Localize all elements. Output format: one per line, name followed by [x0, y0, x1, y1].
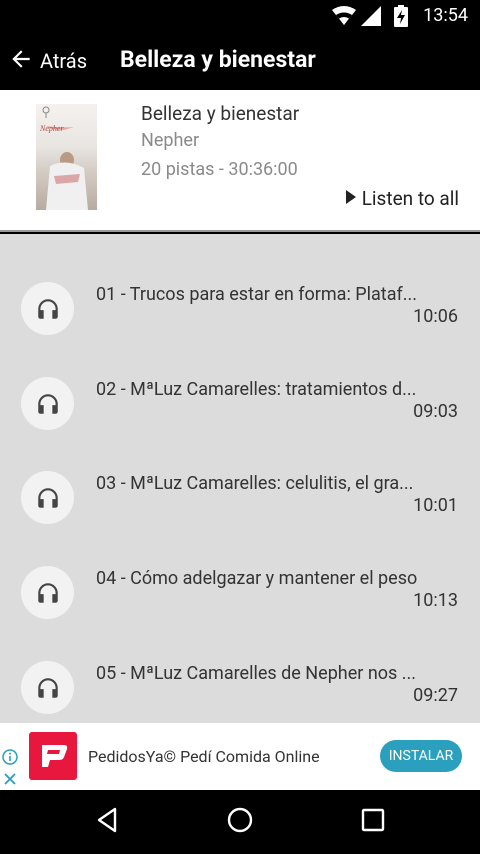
info-icon[interactable] — [2, 749, 18, 769]
triangle-back-icon — [95, 807, 119, 837]
status-bar: 13:54 — [0, 0, 480, 32]
album-author: Nepher — [141, 130, 200, 151]
install-button[interactable]: INSTALAR — [380, 740, 462, 772]
nav-home-button[interactable] — [220, 804, 260, 840]
close-icon[interactable] — [3, 771, 17, 790]
circle-home-icon — [226, 806, 254, 838]
page-title: Belleza y bienestar — [120, 46, 316, 73]
headphones-icon — [21, 566, 74, 619]
track-duration: 10:01 — [413, 495, 458, 516]
wifi-icon — [332, 6, 356, 30]
headphones-icon — [21, 282, 74, 335]
track-title: 04 - Cómo adelgazar y mantener el peso — [96, 568, 418, 589]
square-recents-icon — [361, 808, 385, 836]
track-duration: 10:06 — [413, 306, 458, 327]
headphones-icon — [21, 471, 74, 524]
album-header: Nepher Belleza y bienestar Nepher 20 pis… — [0, 90, 480, 232]
listen-all-button[interactable]: Listen to all — [345, 187, 459, 210]
track-item[interactable]: 04 - Cómo adelgazar y mantener el peso 1… — [0, 566, 480, 661]
play-icon — [345, 189, 356, 208]
track-title: 01 - Trucos para estar en forma: Plataf.… — [96, 284, 417, 305]
track-title: 05 - MªLuz Camarelles de Nepher nos ... — [96, 663, 417, 684]
app-bar: Atrás Belleza y bienestar — [0, 32, 480, 90]
back-button[interactable]: Atrás — [8, 42, 87, 80]
ad-choices[interactable] — [0, 749, 20, 789]
track-duration: 09:27 — [413, 685, 458, 706]
listen-all-label: Listen to all — [361, 187, 459, 210]
battery-charging-icon — [394, 5, 408, 31]
track-item[interactable]: 05 - MªLuz Camarelles de Nepher nos ... … — [0, 661, 480, 723]
nav-recents-button[interactable] — [353, 804, 393, 840]
track-title: 02 - MªLuz Camarelles: tratamientos d... — [96, 379, 417, 400]
ad-banner[interactable]: PedidosYa© Pedí Comida Online INSTALAR — [0, 723, 480, 790]
system-nav-bar — [0, 790, 480, 854]
album-cover: Nepher — [36, 104, 97, 210]
track-item[interactable]: 02 - MªLuz Camarelles: tratamientos d...… — [0, 377, 480, 472]
clock: 13:54 — [423, 5, 468, 26]
cover-text: Nepher — [40, 124, 64, 133]
signal-icon — [361, 6, 381, 30]
pedidosya-logo-icon[interactable] — [29, 732, 77, 780]
nav-back-button[interactable] — [87, 804, 127, 840]
headphones-icon — [21, 661, 74, 714]
track-duration: 09:03 — [413, 401, 458, 422]
ad-text[interactable]: PedidosYa© Pedí Comida Online — [88, 747, 320, 766]
track-item[interactable]: 01 - Trucos para estar en forma: Plataf.… — [0, 282, 480, 377]
back-label: Atrás — [40, 49, 88, 73]
track-duration: 10:13 — [413, 590, 458, 611]
track-list[interactable]: 01 - Trucos para estar en forma: Plataf.… — [0, 234, 480, 723]
album-meta: 20 pistas - 30:36:00 — [141, 159, 298, 180]
track-item[interactable]: 03 - MªLuz Camarelles: celulitis, el gra… — [0, 471, 480, 566]
track-title: 03 - MªLuz Camarelles: celulitis, el gra… — [96, 473, 414, 494]
album-title: Belleza y bienestar — [141, 102, 300, 125]
headphones-icon — [21, 377, 74, 430]
arrow-left-icon — [8, 46, 34, 76]
